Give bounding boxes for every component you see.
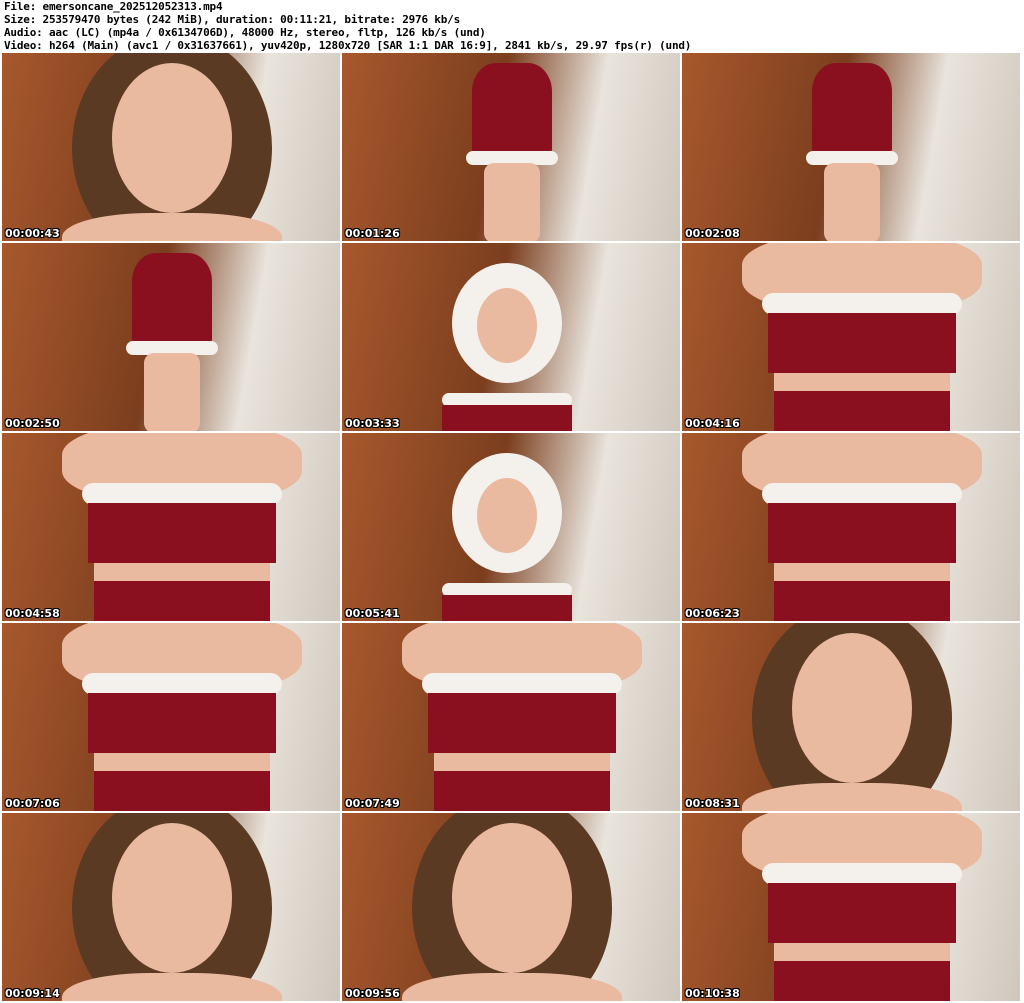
midriff-shape bbox=[774, 373, 950, 391]
thumbnail-timestamp: 00:03:33 bbox=[345, 417, 400, 430]
top-shape bbox=[768, 313, 956, 373]
fur-trim-shape bbox=[422, 673, 622, 695]
dress-shape bbox=[812, 63, 892, 158]
video-info-header: File: emersoncane_202512052313.mp4 Size:… bbox=[4, 0, 1020, 52]
thumbnail-timestamp: 00:01:26 bbox=[345, 227, 400, 240]
thumbnail-timestamp: 00:06:23 bbox=[685, 607, 740, 620]
video-thumbnail: 00:01:26 bbox=[342, 53, 680, 241]
midriff-shape bbox=[94, 753, 270, 771]
legs-shape bbox=[484, 163, 540, 241]
thumbnail-timestamp: 00:09:56 bbox=[345, 987, 400, 1000]
midriff-shape bbox=[774, 943, 950, 961]
top-shape bbox=[428, 693, 616, 753]
video-thumbnail: 00:09:14 bbox=[2, 813, 340, 1001]
top-shape bbox=[768, 503, 956, 563]
thumbnail-timestamp: 00:00:43 bbox=[5, 227, 60, 240]
fur-trim-shape bbox=[762, 863, 962, 885]
thumbnail-timestamp: 00:07:06 bbox=[5, 797, 60, 810]
face-shape bbox=[477, 288, 537, 363]
thumbnail-timestamp: 00:02:08 bbox=[685, 227, 740, 240]
midriff-shape bbox=[774, 563, 950, 581]
skirt-shape bbox=[774, 391, 950, 431]
thumbnail-timestamp: 00:05:41 bbox=[345, 607, 400, 620]
midriff-shape bbox=[434, 753, 610, 771]
video-thumbnail: 00:08:31 bbox=[682, 623, 1020, 811]
file-size-line: Size: 253579470 bytes (242 MiB), duratio… bbox=[4, 13, 461, 26]
video-thumbnail: 00:10:38 bbox=[682, 813, 1020, 1001]
video-thumbnail: 00:02:08 bbox=[682, 53, 1020, 241]
skirt-shape bbox=[774, 961, 950, 1001]
thumbnail-timestamp: 00:08:31 bbox=[685, 797, 740, 810]
thumbnail-grid: 00:00:43 00:01:26 00:02:08 00:02:50 00:03:33… bbox=[2, 53, 1022, 1001]
video-thumbnail: 00:03:33 bbox=[342, 243, 680, 431]
video-thumbnail: 00:09:56 bbox=[342, 813, 680, 1001]
dress-shape bbox=[132, 253, 212, 348]
video-thumbnail: 00:06:23 bbox=[682, 433, 1020, 621]
video-thumbnail: 00:07:06 bbox=[2, 623, 340, 811]
face-shape bbox=[112, 63, 232, 213]
video-info-line: Video: h264 (Main) (avc1 / 0x31637661), … bbox=[4, 39, 692, 52]
thumbnail-timestamp: 00:07:49 bbox=[345, 797, 400, 810]
video-thumbnail: 00:04:16 bbox=[682, 243, 1020, 431]
fur-trim-shape bbox=[762, 483, 962, 505]
skirt-shape bbox=[94, 581, 270, 621]
top-shape bbox=[88, 503, 276, 563]
file-name-line: File: emersoncane_202512052313.mp4 bbox=[4, 0, 223, 13]
video-thumbnail: 00:02:50 bbox=[2, 243, 340, 431]
video-thumbnail: 00:04:58 bbox=[2, 433, 340, 621]
face-shape bbox=[792, 633, 912, 783]
thumbnail-timestamp: 00:09:14 bbox=[5, 987, 60, 1000]
midriff-shape bbox=[94, 563, 270, 581]
legs-shape bbox=[144, 353, 200, 431]
dress-shape bbox=[442, 595, 572, 621]
dress-shape bbox=[472, 63, 552, 158]
fur-trim-shape bbox=[82, 673, 282, 695]
video-thumbnail: 00:05:41 bbox=[342, 433, 680, 621]
audio-info-line: Audio: aac (LC) (mp4a / 0x6134706D), 480… bbox=[4, 26, 486, 39]
fur-trim-shape bbox=[82, 483, 282, 505]
thumbnail-timestamp: 00:04:58 bbox=[5, 607, 60, 620]
dress-shape bbox=[442, 405, 572, 431]
face-shape bbox=[112, 823, 232, 973]
face-shape bbox=[452, 823, 572, 973]
thumbnail-timestamp: 00:02:50 bbox=[5, 417, 60, 430]
thumbnail-timestamp: 00:04:16 bbox=[685, 417, 740, 430]
face-shape bbox=[477, 478, 537, 553]
skirt-shape bbox=[94, 771, 270, 811]
skirt-shape bbox=[774, 581, 950, 621]
fur-trim-shape bbox=[762, 293, 962, 315]
legs-shape bbox=[824, 163, 880, 241]
top-shape bbox=[88, 693, 276, 753]
thumbnail-timestamp: 00:10:38 bbox=[685, 987, 740, 1000]
video-thumbnail: 00:00:43 bbox=[2, 53, 340, 241]
video-thumbnail: 00:07:49 bbox=[342, 623, 680, 811]
top-shape bbox=[768, 883, 956, 943]
skirt-shape bbox=[434, 771, 610, 811]
